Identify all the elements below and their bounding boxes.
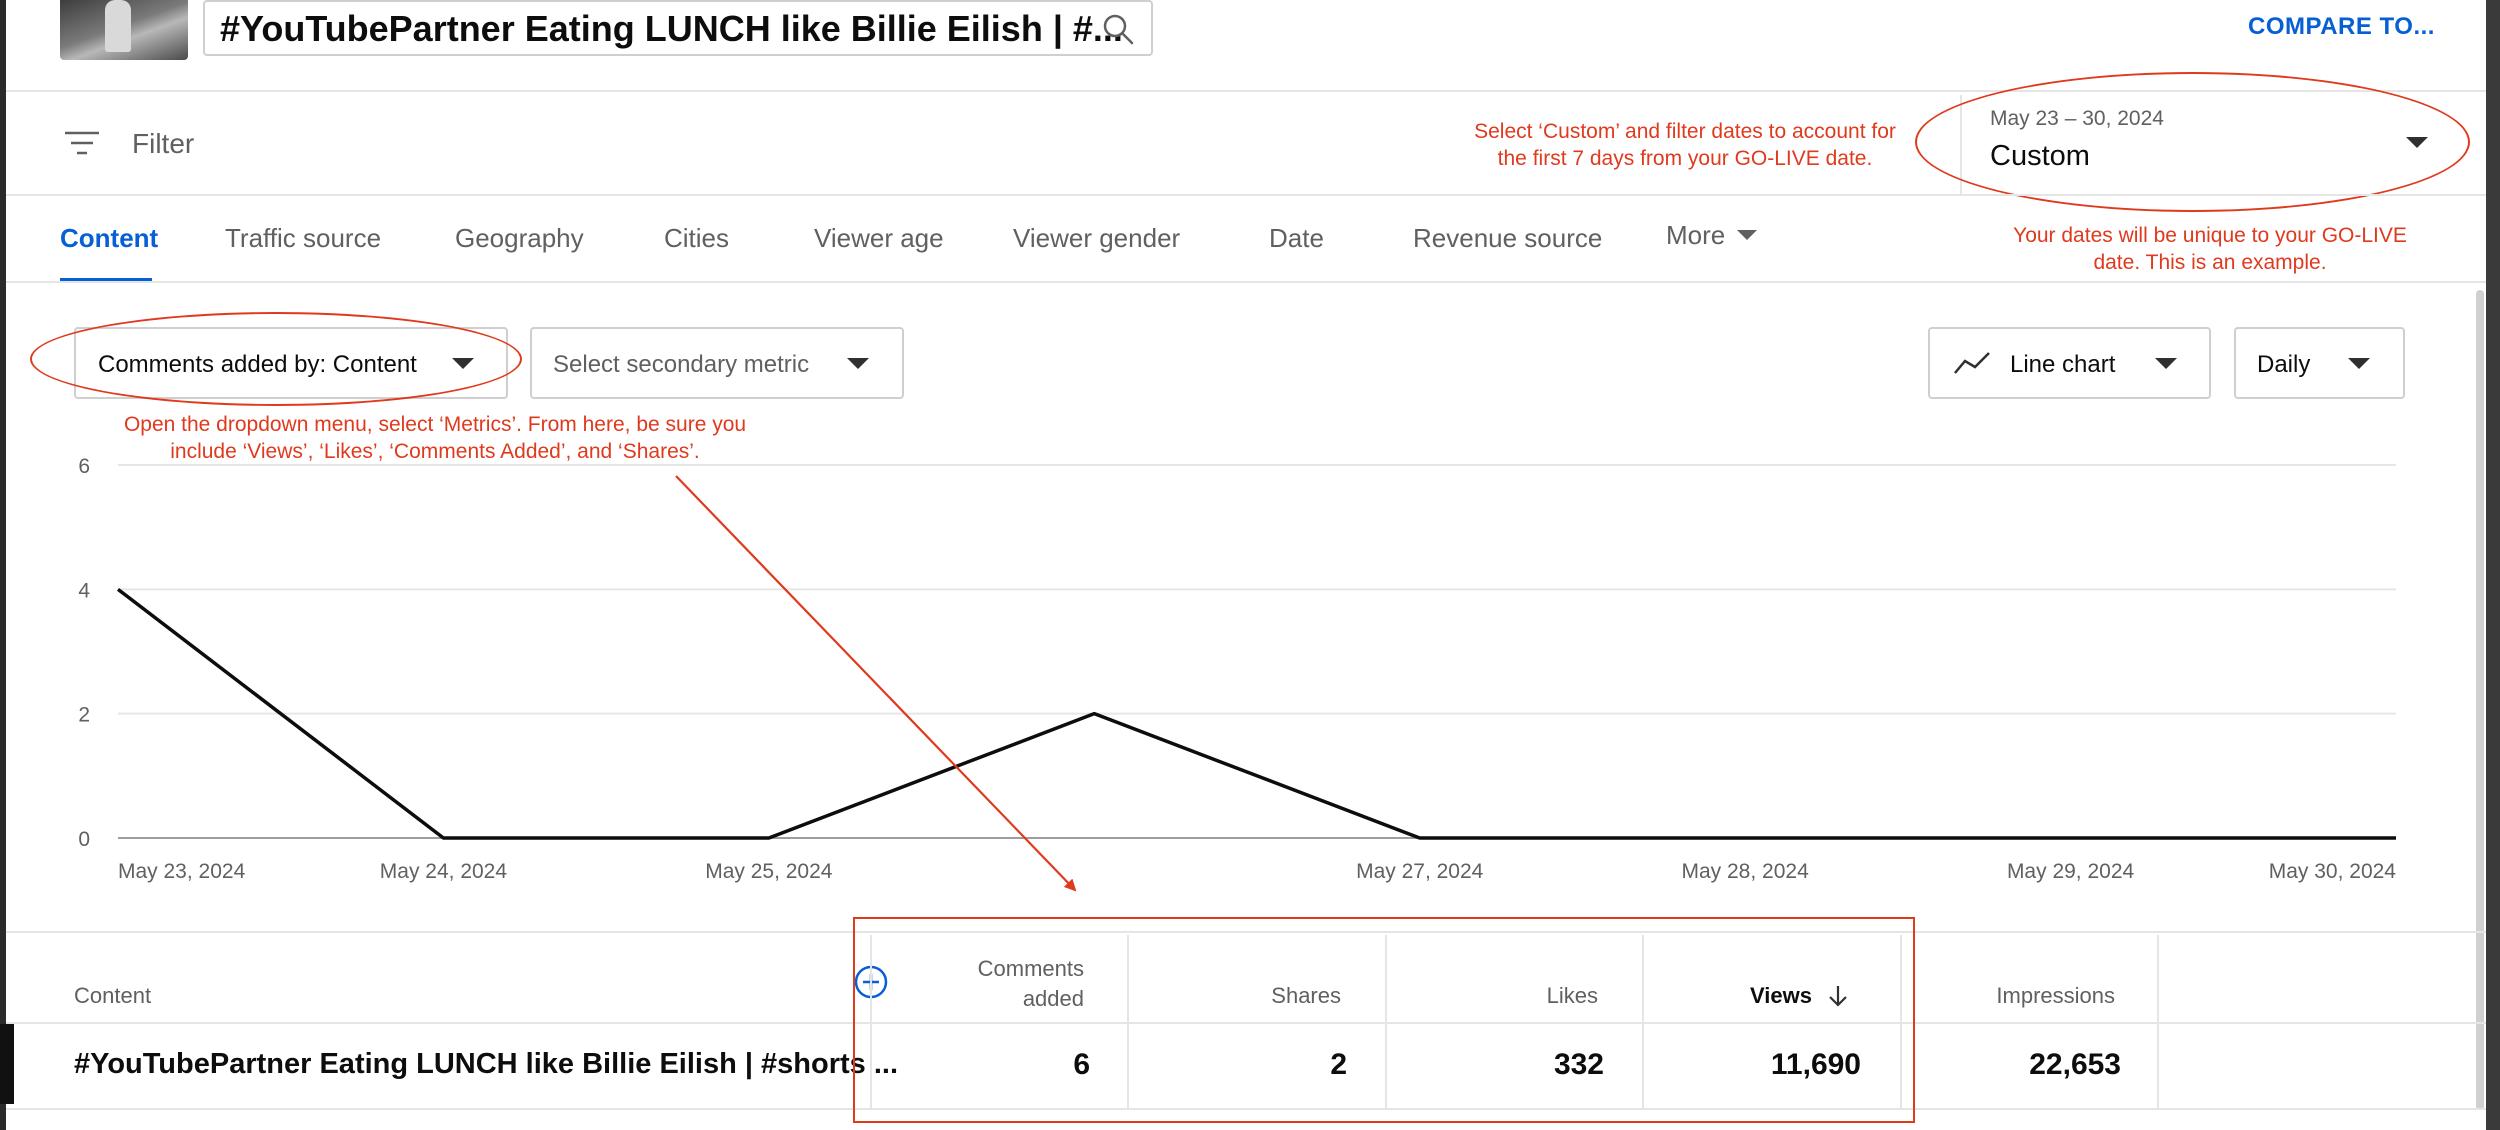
tab-date[interactable]: Date bbox=[1269, 223, 1324, 254]
x-tick-label: May 27, 2024 bbox=[1356, 860, 1484, 883]
secondary-metric-chevron-icon bbox=[847, 358, 869, 369]
custom-date-annotation: Select ‘Custom’ and filter dates to acco… bbox=[1440, 118, 1930, 172]
secondary-metric-label: Select secondary metric bbox=[553, 351, 810, 378]
line-chart: 0 2 4 6 May 23, 2024 May 24, 2024 May 25, 2024… bbox=[78, 455, 2397, 883]
tab-more[interactable]: More bbox=[1666, 220, 1725, 251]
right-window-edge bbox=[2486, 0, 2500, 1130]
more-chevron-down-icon[interactable] bbox=[1737, 230, 1757, 240]
y-tick-label: 0 bbox=[78, 828, 90, 851]
divider bbox=[6, 194, 2486, 196]
metrics-highlight-rect bbox=[853, 917, 1915, 1123]
x-tick-label: May 24, 2024 bbox=[380, 860, 508, 883]
custom-note-line-1: Select ‘Custom’ and filter dates to acco… bbox=[1474, 120, 1896, 143]
tab-cities[interactable]: Cities bbox=[664, 223, 729, 254]
x-tick-label: May 28, 2024 bbox=[1682, 860, 1810, 883]
granularity-chevron-icon bbox=[2348, 358, 2370, 369]
filter-icon[interactable] bbox=[64, 128, 100, 158]
search-icon[interactable] bbox=[1101, 12, 1135, 46]
metric-highlight-ellipse bbox=[30, 312, 522, 406]
compare-to-button[interactable]: COMPARE TO... bbox=[2248, 13, 2435, 41]
filter-input[interactable]: Filter bbox=[132, 128, 194, 160]
y-tick-label: 4 bbox=[78, 579, 90, 602]
tab-content[interactable]: Content bbox=[60, 223, 158, 254]
chart-type-chevron-icon bbox=[2155, 358, 2177, 369]
scrollbar-thumb[interactable] bbox=[2476, 290, 2484, 1110]
granularity-label: Daily bbox=[2257, 351, 2311, 378]
x-tick-label: May 29, 2024 bbox=[2007, 860, 2135, 883]
tab-viewer-age[interactable]: Viewer age bbox=[814, 223, 944, 254]
custom-note-line-2: the first 7 days from your GO-LIVE date. bbox=[1497, 147, 1873, 170]
video-title-value: #YouTubePartner Eating LUNCH like Billie… bbox=[220, 8, 1123, 49]
row-video-title[interactable]: #YouTubePartner Eating LUNCH like Billie… bbox=[74, 1048, 898, 1081]
chart-type-label: Line chart bbox=[2010, 351, 2116, 378]
tab-geography[interactable]: Geography bbox=[455, 223, 584, 254]
column-header-impressions[interactable]: Impressions bbox=[1920, 983, 2115, 1009]
divider bbox=[6, 281, 2486, 283]
cell-impressions: 22,653 bbox=[2029, 1048, 2121, 1081]
y-tick-label: 6 bbox=[78, 455, 90, 478]
y-tick-label: 2 bbox=[78, 704, 90, 727]
unique-note-line-1: Your dates will be unique to your GO-LIV… bbox=[2013, 224, 2407, 247]
x-tick-label: May 30, 2024 bbox=[2269, 860, 2397, 883]
thumbnail-figure bbox=[105, 0, 131, 52]
date-highlight-ellipse bbox=[1915, 72, 2470, 212]
column-header-content[interactable]: Content bbox=[74, 983, 151, 1009]
line-chart-icon bbox=[1954, 352, 1990, 374]
tab-traffic-source[interactable]: Traffic source bbox=[225, 223, 381, 254]
x-tick-label: May 25, 2024 bbox=[705, 860, 833, 883]
tab-revenue-source[interactable]: Revenue source bbox=[1413, 223, 1602, 254]
metrics-note-line-1: Open the dropdown menu, select ‘Metrics’… bbox=[123, 413, 747, 436]
unique-dates-annotation: Your dates will be unique to your GO-LIV… bbox=[1970, 222, 2450, 276]
unique-note-line-2: date. This is an example. bbox=[2093, 251, 2327, 274]
tab-viewer-gender[interactable]: Viewer gender bbox=[1013, 223, 1180, 254]
x-tick-label: May 23, 2024 bbox=[118, 860, 246, 883]
